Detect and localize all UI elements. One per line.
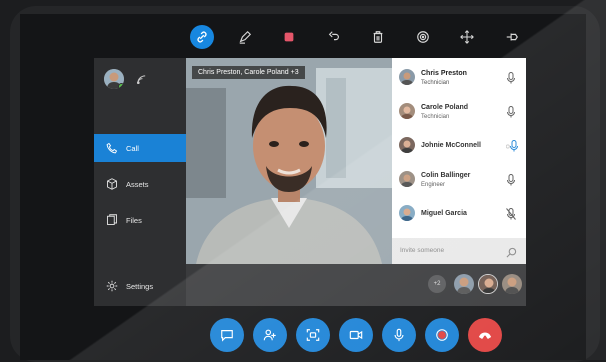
participant-name: Miguel Garcia [421, 210, 467, 217]
avatar [399, 205, 415, 221]
screen: Call Assets Files Settings Chris Preston… [20, 14, 586, 360]
phone-icon [106, 142, 118, 154]
participant-row[interactable]: Colin Ballinger Engineer [392, 162, 526, 196]
avatar [399, 103, 415, 119]
participant-row[interactable]: Miguel Garcia [392, 196, 526, 230]
participant-name: Johnie McConnell [421, 142, 481, 149]
sidebar-item-label: Call [126, 143, 139, 153]
participant-name: Carole Poland [421, 104, 469, 111]
record-button[interactable] [425, 318, 459, 352]
participant-role: Engineer [421, 182, 446, 188]
avatar[interactable] [502, 274, 522, 294]
participant-video-image [186, 58, 392, 264]
sidebar-item-label: Settings [126, 281, 154, 291]
video-icon [349, 330, 363, 340]
pen-icon[interactable] [234, 26, 256, 48]
sidebar-item-label: Files [126, 215, 142, 225]
mic-button[interactable] [382, 318, 416, 352]
more-participants-badge[interactable]: +2 [428, 275, 446, 293]
screenshot-button[interactable] [296, 318, 330, 352]
link-icon[interactable] [190, 25, 214, 49]
avatar [399, 69, 415, 85]
box-icon [107, 178, 117, 190]
chat-button[interactable] [210, 318, 244, 352]
participant-role: Technician [421, 80, 450, 86]
video-caption: Chris Preston, Carole Poland +3 [192, 66, 305, 79]
mic-icon[interactable] [506, 105, 516, 118]
trash-icon[interactable] [367, 26, 389, 48]
call-window: Call Assets Files Settings Chris Preston… [94, 58, 526, 306]
sidebar-item-call[interactable]: Call [94, 134, 186, 162]
participant-name: Colin Ballinger [421, 172, 471, 179]
participant-row[interactable]: Chris Preston Technician [392, 60, 526, 94]
presence-indicator [118, 83, 124, 89]
mic-muted-icon[interactable] [506, 207, 516, 220]
participant-name: Chris Preston [421, 70, 467, 77]
search-icon[interactable] [506, 245, 517, 263]
mic-icon[interactable] [506, 173, 516, 186]
record-icon [436, 329, 448, 341]
participant-strip: +2 [186, 264, 526, 306]
video-button[interactable] [339, 318, 373, 352]
participant-row[interactable]: Johnie McConnell [392, 128, 526, 162]
mic-icon[interactable] [506, 71, 516, 84]
signal-icon [136, 72, 147, 90]
undo-icon[interactable] [323, 26, 345, 48]
participant-row[interactable]: Carole Poland Technician [392, 94, 526, 128]
sidebar-item-settings[interactable]: Settings [94, 272, 186, 300]
gear-icon [106, 280, 118, 292]
move-icon[interactable] [456, 26, 478, 48]
sidebar: Call Assets Files Settings [94, 58, 186, 306]
avatar[interactable] [454, 274, 474, 294]
stop-icon[interactable] [278, 26, 300, 48]
avatar[interactable] [478, 274, 498, 294]
invite-input[interactable]: Invite someone [392, 238, 526, 264]
sidebar-item-files[interactable]: Files [94, 206, 186, 234]
add-people-button[interactable] [253, 318, 287, 352]
files-icon [107, 214, 117, 225]
avatar [399, 137, 415, 153]
call-controls [20, 312, 586, 360]
sidebar-item-label: Assets [126, 179, 149, 189]
participants-panel: Chris Preston Technician Carole Poland T… [392, 58, 526, 238]
mic-icon [394, 328, 404, 342]
mic-active-icon[interactable] [505, 139, 518, 152]
screenshot-icon [306, 329, 320, 341]
target-icon[interactable] [412, 26, 434, 48]
avatar [399, 171, 415, 187]
participant-role: Technician [421, 114, 450, 120]
chat-icon [221, 330, 233, 342]
invite-placeholder: Invite someone [400, 247, 445, 254]
end-call-icon [478, 332, 492, 339]
add-people-icon [263, 329, 276, 341]
sidebar-item-assets[interactable]: Assets [94, 170, 186, 198]
avatar[interactable] [104, 69, 124, 89]
pin-icon[interactable] [501, 26, 523, 48]
main-video[interactable]: Chris Preston, Carole Poland +3 [186, 58, 392, 264]
end-call-button[interactable] [468, 318, 502, 352]
top-toolbar [20, 14, 586, 62]
